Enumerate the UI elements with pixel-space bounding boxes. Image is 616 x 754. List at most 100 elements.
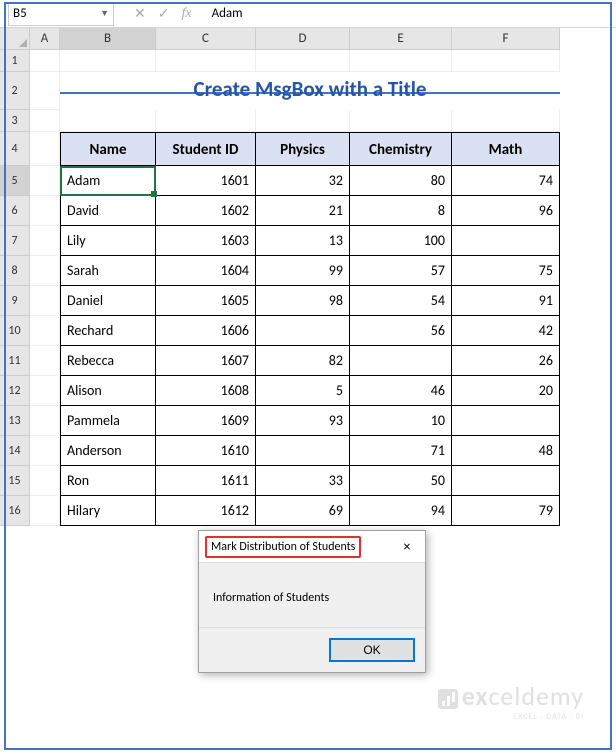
cell-math[interactable]: 96 bbox=[452, 196, 560, 226]
cell-math[interactable]: 42 bbox=[452, 316, 560, 346]
cell-math[interactable]: 74 bbox=[452, 166, 560, 196]
enter-icon[interactable]: ✓ bbox=[158, 5, 170, 22]
cell-chemistry[interactable]: 10 bbox=[350, 406, 452, 436]
formula-input[interactable]: Adam bbox=[212, 6, 243, 21]
sheet-title[interactable]: Create MsgBox with a Title bbox=[60, 72, 560, 94]
close-icon[interactable]: × bbox=[389, 538, 425, 555]
cell-id[interactable]: 1608 bbox=[156, 376, 256, 406]
cancel-icon[interactable]: ✕ bbox=[134, 5, 146, 22]
row-header[interactable]: 10 bbox=[0, 316, 30, 346]
cell-chemistry[interactable]: 94 bbox=[350, 496, 452, 526]
row-header[interactable]: 14 bbox=[0, 436, 30, 466]
select-all-corner[interactable] bbox=[0, 28, 30, 50]
row-header[interactable]: 3 bbox=[0, 110, 30, 132]
cell-name[interactable]: Sarah bbox=[60, 256, 156, 286]
cell-name[interactable]: Pammela bbox=[60, 406, 156, 436]
cell-chemistry[interactable]: 50 bbox=[350, 466, 452, 496]
cell-physics[interactable]: 33 bbox=[256, 466, 350, 496]
cell-chemistry[interactable] bbox=[350, 346, 452, 376]
header-id[interactable]: Student ID bbox=[156, 132, 256, 166]
col-header-c[interactable]: C bbox=[156, 28, 256, 50]
name-box[interactable]: B5 ▼ bbox=[8, 2, 114, 26]
row-header[interactable]: 15 bbox=[0, 466, 30, 496]
fx-icon[interactable]: fx bbox=[181, 6, 191, 22]
cell-math[interactable]: 20 bbox=[452, 376, 560, 406]
ok-button[interactable]: OK bbox=[329, 638, 415, 662]
cell-chemistry[interactable]: 57 bbox=[350, 256, 452, 286]
row-header[interactable]: 8 bbox=[0, 256, 30, 286]
cell-id[interactable]: 1607 bbox=[156, 346, 256, 376]
cell-physics[interactable]: 32 bbox=[256, 166, 350, 196]
header-chemistry[interactable]: Chemistry bbox=[350, 132, 452, 166]
cell-physics[interactable] bbox=[256, 436, 350, 466]
cell-id[interactable]: 1612 bbox=[156, 496, 256, 526]
cell-physics[interactable]: 82 bbox=[256, 346, 350, 376]
cell-name[interactable]: Hilary bbox=[60, 496, 156, 526]
cell-name[interactable]: Lily bbox=[60, 226, 156, 256]
cell-id[interactable]: 1606 bbox=[156, 316, 256, 346]
cell-chemistry[interactable]: 71 bbox=[350, 436, 452, 466]
cell-id[interactable]: 1601 bbox=[156, 166, 256, 196]
row-header[interactable]: 4 bbox=[0, 132, 30, 166]
col-header-f[interactable]: F bbox=[452, 28, 560, 50]
row-header[interactable]: 11 bbox=[0, 346, 30, 376]
header-physics[interactable]: Physics bbox=[256, 132, 350, 166]
table-row: Hilary 1612 69 94 79 bbox=[30, 496, 560, 526]
cell-physics[interactable]: 93 bbox=[256, 406, 350, 436]
cell-math[interactable]: 48 bbox=[452, 436, 560, 466]
cell-name[interactable]: David bbox=[60, 196, 156, 226]
cell-chemistry[interactable]: 80 bbox=[350, 166, 452, 196]
header-math[interactable]: Math bbox=[452, 132, 560, 166]
cell-name[interactable]: Rebecca bbox=[60, 346, 156, 376]
cell-chemistry[interactable]: 8 bbox=[350, 196, 452, 226]
row-header[interactable]: 12 bbox=[0, 376, 30, 406]
col-header-a[interactable]: A bbox=[30, 28, 60, 50]
cell-physics[interactable]: 5 bbox=[256, 376, 350, 406]
cell-id[interactable]: 1609 bbox=[156, 406, 256, 436]
cell-physics[interactable]: 21 bbox=[256, 196, 350, 226]
cell-id[interactable]: 1611 bbox=[156, 466, 256, 496]
row-header[interactable]: 13 bbox=[0, 406, 30, 436]
cell-id[interactable]: 1602 bbox=[156, 196, 256, 226]
cell-math[interactable] bbox=[452, 406, 560, 436]
cell-name[interactable]: Ron bbox=[60, 466, 156, 496]
cell-math[interactable]: 79 bbox=[452, 496, 560, 526]
col-header-b[interactable]: B bbox=[60, 28, 156, 50]
cell-math[interactable]: 75 bbox=[452, 256, 560, 286]
col-header-e[interactable]: E bbox=[350, 28, 452, 50]
cell-name[interactable]: Adam bbox=[60, 166, 156, 196]
cell-physics[interactable]: 98 bbox=[256, 286, 350, 316]
row-header[interactable]: 7 bbox=[0, 226, 30, 256]
row-header[interactable]: 6 bbox=[0, 196, 30, 226]
cell-name[interactable]: Daniel bbox=[60, 286, 156, 316]
cell-math[interactable] bbox=[452, 466, 560, 496]
header-name[interactable]: Name bbox=[60, 132, 156, 166]
cell-math[interactable] bbox=[452, 226, 560, 256]
table-row: Alison 1608 5 46 20 bbox=[30, 376, 560, 406]
cell-id[interactable]: 1603 bbox=[156, 226, 256, 256]
cell-name[interactable]: Alison bbox=[60, 376, 156, 406]
cell-name[interactable]: Anderson bbox=[60, 436, 156, 466]
msgbox-titlebar[interactable]: Mark Distribution of Students × bbox=[199, 531, 425, 563]
row-header[interactable]: 1 bbox=[0, 50, 30, 72]
cell-id[interactable]: 1605 bbox=[156, 286, 256, 316]
cell-id[interactable]: 1610 bbox=[156, 436, 256, 466]
cell-chemistry[interactable]: 100 bbox=[350, 226, 452, 256]
row-header[interactable]: 16 bbox=[0, 496, 30, 526]
cell-physics[interactable] bbox=[256, 316, 350, 346]
cell-math[interactable]: 26 bbox=[452, 346, 560, 376]
cell-chemistry[interactable]: 46 bbox=[350, 376, 452, 406]
cell-name[interactable]: Rechard bbox=[60, 316, 156, 346]
row-header[interactable]: 5 bbox=[0, 166, 30, 196]
col-header-d[interactable]: D bbox=[256, 28, 350, 50]
cell-math[interactable]: 91 bbox=[452, 286, 560, 316]
row-header[interactable]: 9 bbox=[0, 286, 30, 316]
cell-physics[interactable]: 13 bbox=[256, 226, 350, 256]
row-header[interactable]: 2 bbox=[0, 72, 30, 110]
cell-physics[interactable]: 69 bbox=[256, 496, 350, 526]
cell-physics[interactable]: 99 bbox=[256, 256, 350, 286]
cell-chemistry[interactable]: 56 bbox=[350, 316, 452, 346]
dropdown-icon[interactable]: ▼ bbox=[100, 8, 109, 19]
cell-chemistry[interactable]: 54 bbox=[350, 286, 452, 316]
cell-id[interactable]: 1604 bbox=[156, 256, 256, 286]
